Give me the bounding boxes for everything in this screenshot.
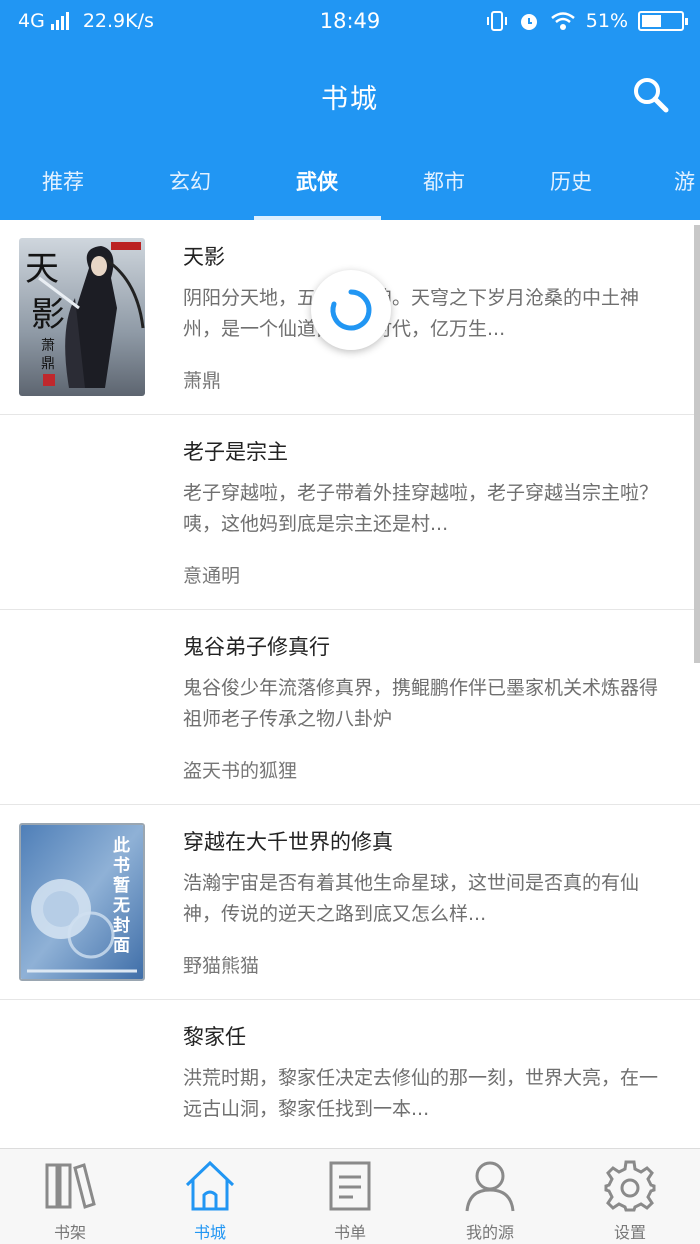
nav-label: 我的源	[465, 1223, 514, 1242]
svg-text:无: 无	[112, 896, 130, 916]
loading-spinner	[311, 270, 391, 350]
nav-label: 书架	[53, 1223, 86, 1242]
nav-label: 书单	[333, 1223, 366, 1242]
book-description: 洪荒时期，黎家任决定去修仙的那一刻，世界大亮，在一远古山洞，黎家任找到一本...	[183, 1067, 658, 1120]
book-list[interactable]: 天 影 萧 鼎 天影 阴阳分天地，五行定乾坤。天穹之下岁月沧桑的中土神州，是一个…	[0, 220, 700, 1148]
alarm-icon	[520, 14, 537, 30]
nav-booklist[interactable]: 书单	[280, 1149, 420, 1244]
list-item[interactable]: 鬼谷弟子修真行 鬼谷俊少年流落修真界，携鲲鹏作伴已墨家机关术炼器得祖师老子传承之…	[0, 610, 700, 805]
book-cover-placeholder: 此 书 暂 无 封 面	[19, 823, 145, 981]
spinner-icon	[330, 289, 372, 331]
search-icon	[634, 78, 669, 113]
nav-bookstore[interactable]: 书城	[140, 1149, 280, 1244]
svg-text:面: 面	[113, 936, 130, 956]
list-item[interactable]: 黎家任 洪荒时期，黎家任决定去修仙的那一刻，世界大亮，在一远古山洞，黎家任找到一…	[0, 1000, 700, 1148]
book-author: 萧鼎	[183, 370, 222, 392]
tab-history[interactable]: 历史	[511, 166, 631, 196]
book-title: 老子是宗主	[183, 440, 288, 464]
nav-my-sources[interactable]: 我的源	[420, 1149, 560, 1244]
book-author: 野猫熊猫	[183, 955, 260, 977]
bottom-navigation: 书架 书城 书单 我的源 设置	[0, 1148, 700, 1244]
book-title: 鬼谷弟子修真行	[183, 635, 330, 659]
list-item[interactable]: 此 书 暂 无 封 面 穿越在大千世界的修真 浩瀚宇宙是否有着其他生命星球，这世…	[0, 805, 700, 1000]
gear-icon	[604, 1160, 656, 1212]
nav-bookshelf[interactable]: 书架	[0, 1149, 140, 1244]
svg-text:影: 影	[31, 295, 65, 335]
booklist-icon	[329, 1161, 371, 1211]
wifi-icon	[550, 12, 575, 30]
svg-text:书: 书	[113, 856, 130, 876]
book-title: 黎家任	[183, 1025, 246, 1049]
battery-percent: 51%	[585, 10, 628, 32]
top-app-bar: 4G 22.9K/s 18:49 51% 书城 推荐 玄幻 武侠 都市 历史 游	[0, 0, 700, 220]
book-description: 鬼谷俊少年流落修真界，携鲲鹏作伴已墨家机关术炼器得祖师老子传承之物八卦炉	[183, 677, 658, 730]
list-item[interactable]: 老子是宗主 老子穿越啦，老子带着外挂穿越啦，老子穿越当宗主啦？咦，这他妈到底是宗…	[0, 415, 700, 610]
svg-text:萧: 萧	[41, 338, 55, 354]
nav-label: 书城	[193, 1223, 226, 1242]
svg-text:鼎: 鼎	[41, 356, 55, 372]
tab-fantasy[interactable]: 玄幻	[130, 166, 250, 196]
book-title: 天影	[183, 245, 225, 269]
svg-text:此: 此	[113, 835, 130, 856]
svg-text:天: 天	[25, 249, 59, 289]
status-bar: 4G 22.9K/s 18:49 51%	[0, 0, 700, 44]
battery-icon	[638, 11, 688, 31]
tab-urban[interactable]: 都市	[384, 166, 504, 196]
book-description: 阴阳分天地，五行定乾坤。天穹之下岁月沧桑的中土神州，是一个仙道昌盛的时代，亿万生…	[183, 287, 640, 340]
bookshelf-icon	[45, 1163, 96, 1209]
book-description: 老子穿越啦，老子带着外挂穿越啦，老子穿越当宗主啦？咦，这他妈到底是宗主还是村..…	[183, 482, 658, 535]
scrollbar[interactable]	[694, 225, 700, 663]
tab-game[interactable]: 游	[638, 166, 700, 196]
svg-text:封: 封	[113, 915, 130, 936]
book-cover: 天 影 萧 鼎	[19, 238, 145, 396]
search-button[interactable]	[630, 74, 672, 116]
vibrate-icon	[486, 11, 507, 31]
category-tabs: 推荐 玄幻 武侠 都市 历史 游	[0, 156, 700, 220]
tab-wuxia[interactable]: 武侠	[257, 166, 377, 196]
book-author: 意通明	[183, 565, 241, 587]
book-author: 盗天书的狐狸	[183, 760, 298, 782]
nav-label: 设置	[613, 1223, 646, 1242]
page-title: 书城	[321, 84, 379, 115]
book-title: 穿越在大千世界的修真	[183, 830, 393, 854]
tab-recommend[interactable]: 推荐	[3, 166, 123, 196]
book-description: 浩瀚宇宙是否有着其他生命星球，这世间是否真的有仙神，传说的逆天之路到底又怎么样.…	[183, 872, 640, 925]
home-icon	[185, 1160, 235, 1211]
user-icon	[465, 1161, 515, 1212]
title-bar: 书城	[0, 44, 700, 144]
nav-settings[interactable]: 设置	[560, 1149, 700, 1244]
svg-text:暂: 暂	[113, 875, 130, 896]
